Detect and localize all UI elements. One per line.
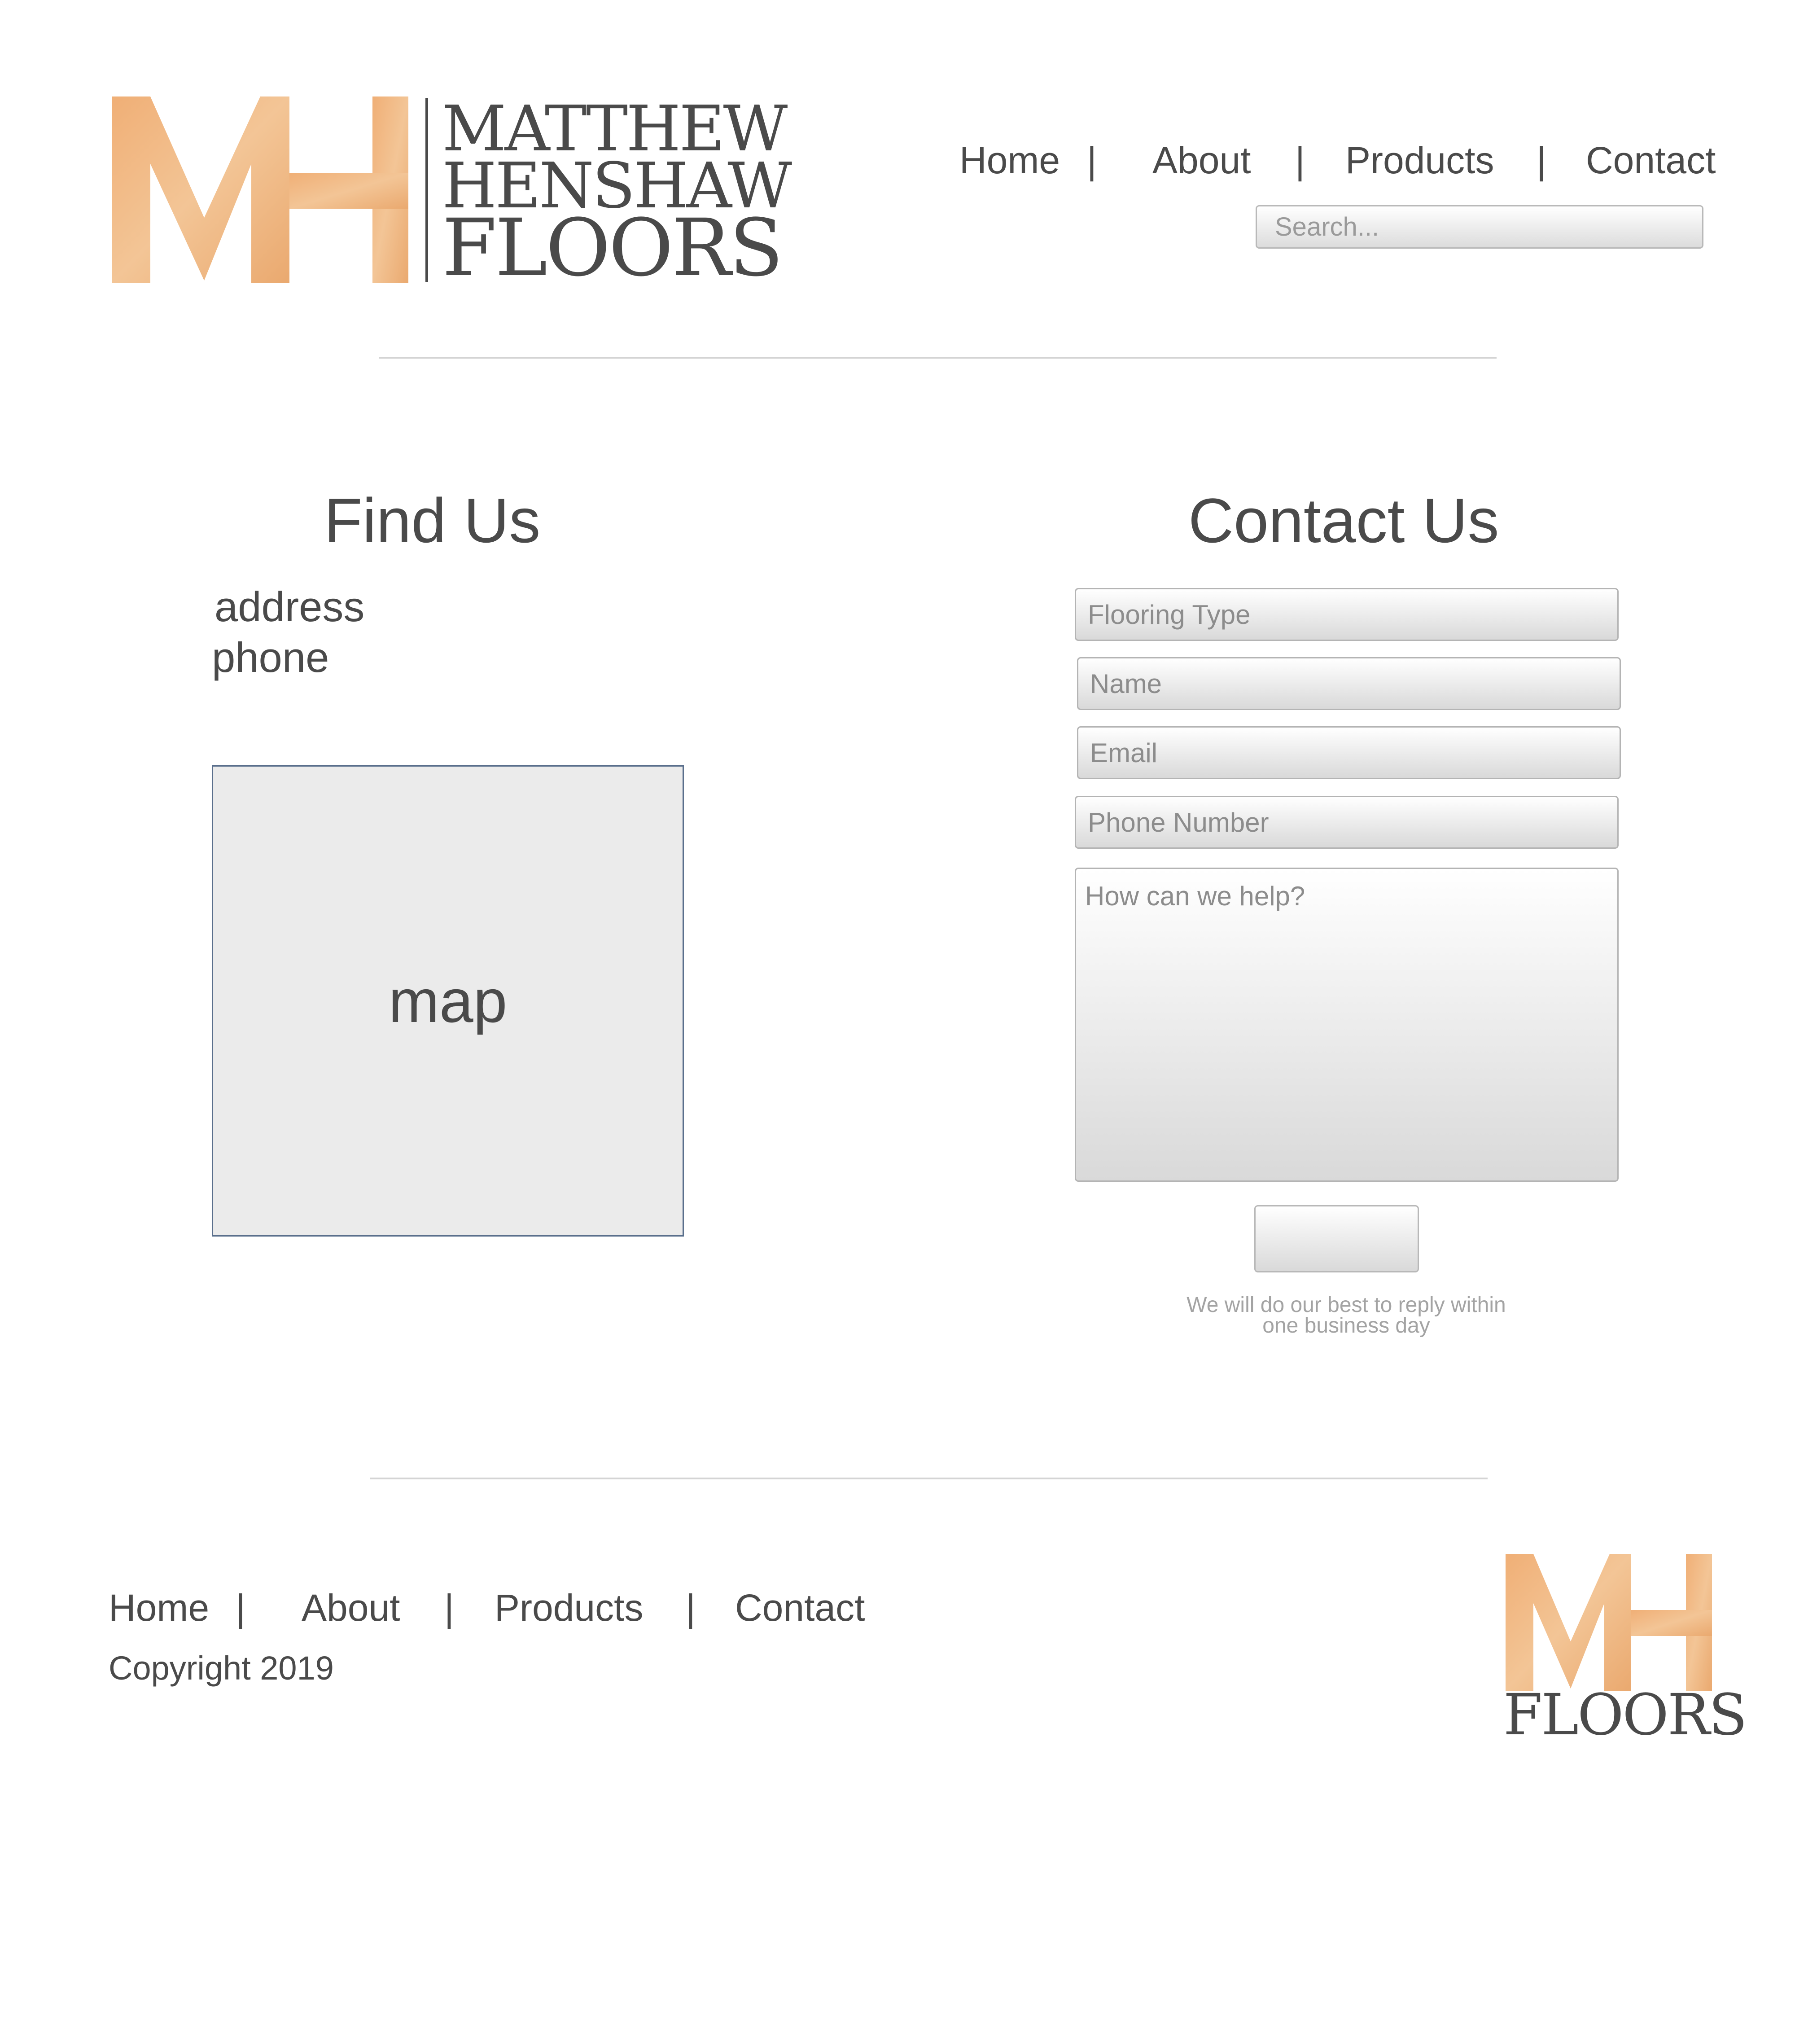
footer-mh-monogram-graphic [1506,1554,1712,1691]
map-label: map [388,967,508,1035]
submit-button[interactable] [1254,1205,1419,1272]
nav-home-link[interactable]: Home [959,141,1060,179]
footer-about-link[interactable]: About [302,1589,400,1627]
name-field[interactable] [1077,657,1621,710]
nav-contact-link[interactable]: Contact [1586,141,1716,179]
logo-word-floors: FLOORS [442,202,784,294]
map-placeholder[interactable]: map [212,765,684,1237]
reply-note-line2: one business day [1262,1314,1430,1338]
find-us-title: Find Us [324,485,541,556]
email-field[interactable] [1077,726,1621,779]
phone-number-field[interactable] [1075,796,1619,849]
reply-note-line1: We will do our best to reply within [1186,1293,1506,1317]
footer-divider [370,1478,1488,1479]
contact-us-title: Contact Us [1188,485,1499,556]
nav-separator: | [1087,139,1097,181]
reply-note: We will do our best to reply within one … [1149,1293,1544,1338]
header-divider [379,357,1497,359]
address-text: address [215,583,365,630]
mh-monogram-graphic [112,96,408,283]
nav-separator: | [1537,139,1546,181]
footer-contact-link[interactable]: Contact [735,1589,865,1627]
phone-text: phone [212,634,329,681]
footer-logo-word-floors: FLOORS [1503,1682,1747,1748]
logo-divider [425,98,428,282]
footer-separator: | [236,1587,245,1629]
message-textarea[interactable] [1075,868,1619,1182]
flooring-type-field[interactable] [1075,588,1619,641]
footer-separator: | [686,1587,696,1629]
nav-separator: | [1295,139,1305,181]
footer-separator: | [444,1587,454,1629]
footer-home-link[interactable]: Home [109,1589,209,1627]
nav-products-link[interactable]: Products [1345,141,1494,179]
nav-about-link[interactable]: About [1152,141,1251,179]
search-input[interactable] [1256,205,1703,249]
footer-products-link[interactable]: Products [495,1589,644,1627]
copyright-text: Copyright 2019 [109,1649,334,1687]
